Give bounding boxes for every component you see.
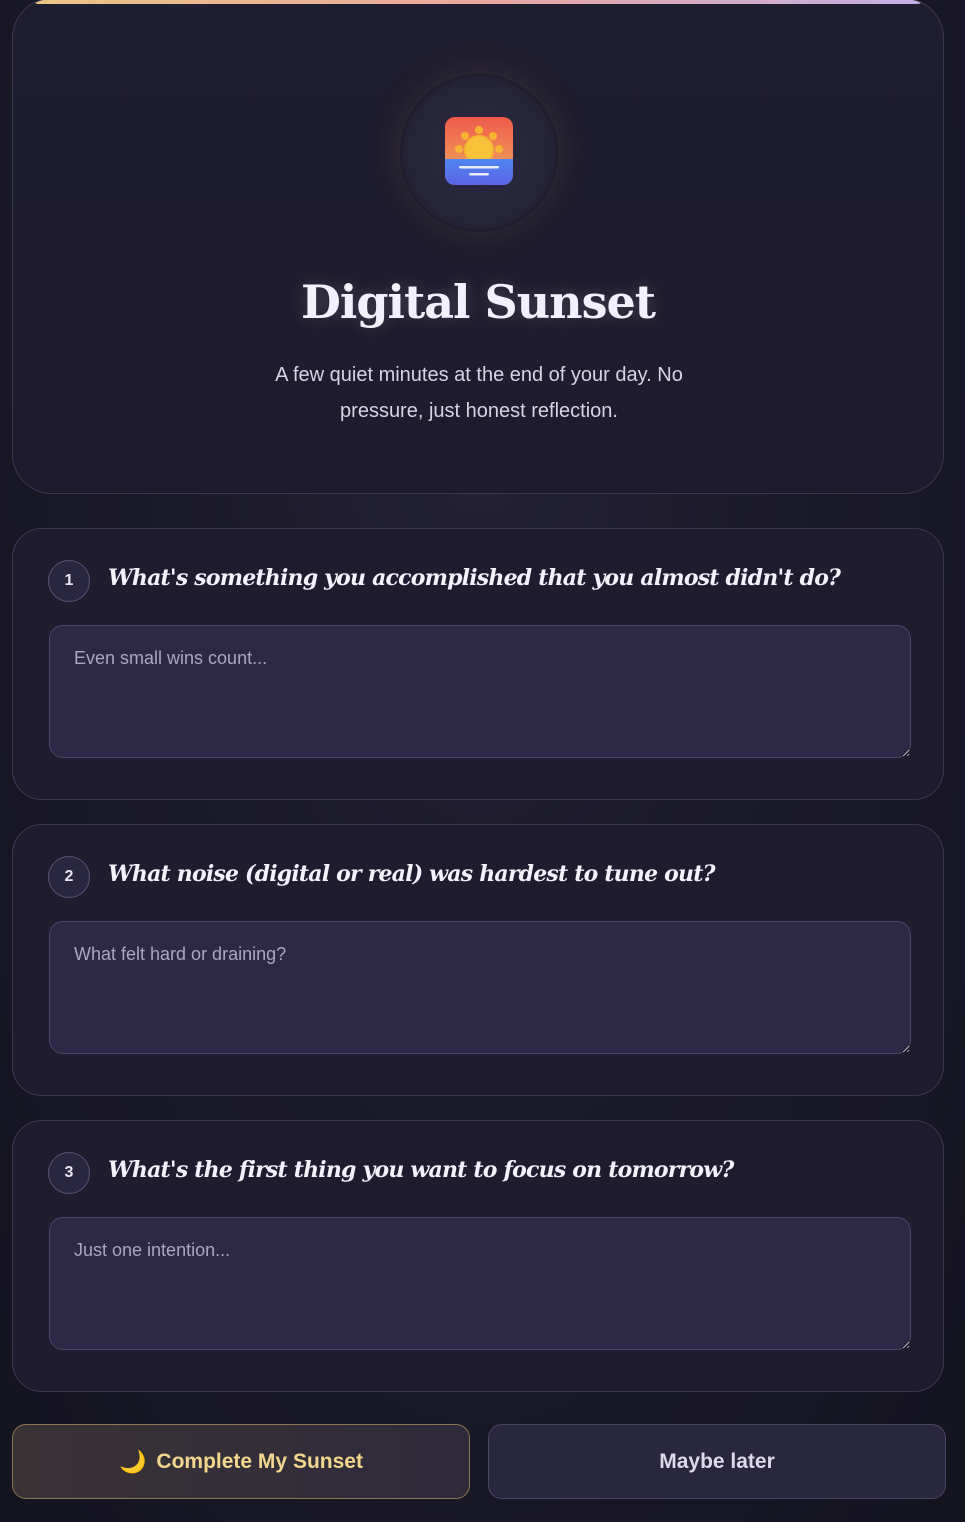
question-card-1: 1 What's something you accomplished that… <box>12 528 944 800</box>
sunset-icon <box>445 117 513 185</box>
question-number: 1 <box>48 560 90 602</box>
question-card-2: 2 What noise (digital or real) was harde… <box>12 824 944 1096</box>
question-number: 2 <box>48 856 90 898</box>
app-icon-container <box>400 74 558 232</box>
maybe-later-label: Maybe later <box>659 1449 775 1473</box>
complete-sunset-label: Complete My Sunset <box>156 1449 363 1473</box>
question-text: What's the first thing you want to focus… <box>108 1157 734 1183</box>
maybe-later-button[interactable]: Maybe later <box>488 1424 946 1499</box>
page-title: Digital Sunset <box>300 275 656 329</box>
answer-field-1[interactable] <box>49 625 911 758</box>
complete-sunset-button[interactable]: 🌙 Complete My Sunset <box>12 1424 470 1499</box>
header-card: Digital Sunset A few quiet minutes at th… <box>12 0 944 494</box>
question-text: What's something you accomplished that y… <box>108 565 841 591</box>
answer-field-3[interactable] <box>49 1217 911 1350</box>
answer-field-2[interactable] <box>49 921 911 1054</box>
question-card-3: 3 What's the first thing you want to foc… <box>12 1120 944 1392</box>
question-number: 3 <box>48 1152 90 1194</box>
moon-icon: 🌙 <box>119 1448 147 1474</box>
page-subtitle: A few quiet minutes at the end of your d… <box>275 364 683 422</box>
header-accent-bar <box>33 0 923 4</box>
question-text: What noise (digital or real) was hardest… <box>108 861 715 887</box>
